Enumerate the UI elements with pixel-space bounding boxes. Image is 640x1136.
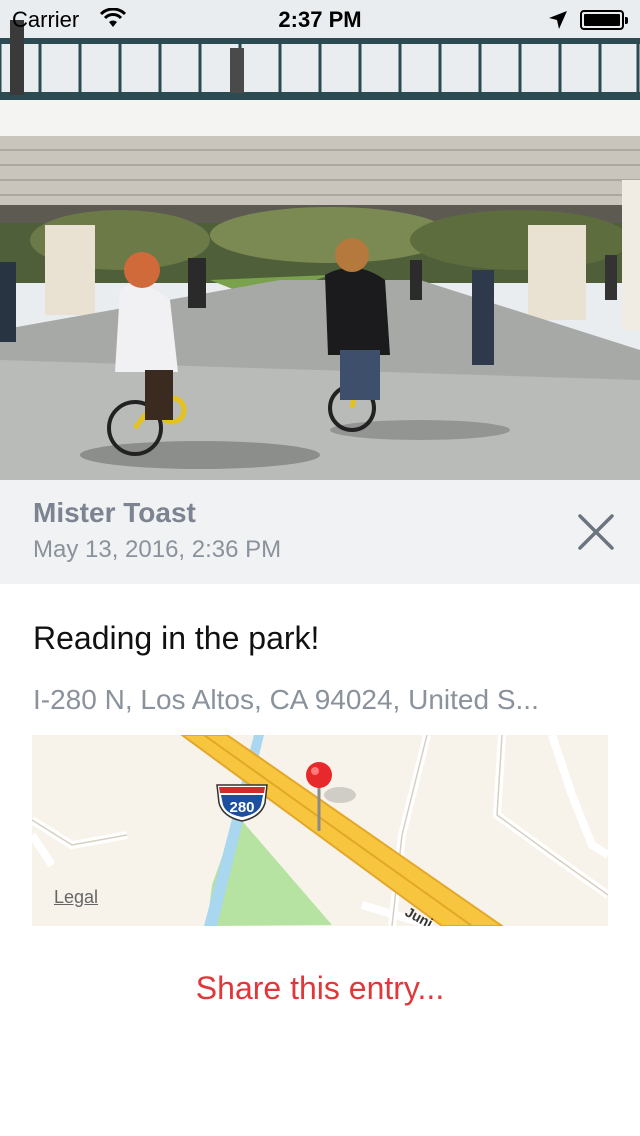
status-time: 2:37 PM [278,7,362,32]
author-name: Mister Toast [33,497,196,528]
location-arrow-icon [548,10,568,36]
entry-date: May 13, 2016, 2:36 PM [33,536,282,563]
location-map[interactable]: 280 Juni Legal [32,735,608,926]
map-legal-link[interactable]: Legal [54,887,98,908]
highway-shield-label: 280 [229,799,254,816]
entry-address: I-280 N, Los Altos, CA 94024, United S..… [33,684,539,715]
entry-title: Reading in the park! [33,620,320,656]
close-icon[interactable] [574,510,618,554]
entry-header-band [0,480,640,584]
battery-icon [580,10,628,30]
share-entry-button[interactable]: Share this entry... [0,970,640,1007]
entry-photo [0,0,640,480]
status-bar: Carrier 2:37 PM [0,0,640,40]
